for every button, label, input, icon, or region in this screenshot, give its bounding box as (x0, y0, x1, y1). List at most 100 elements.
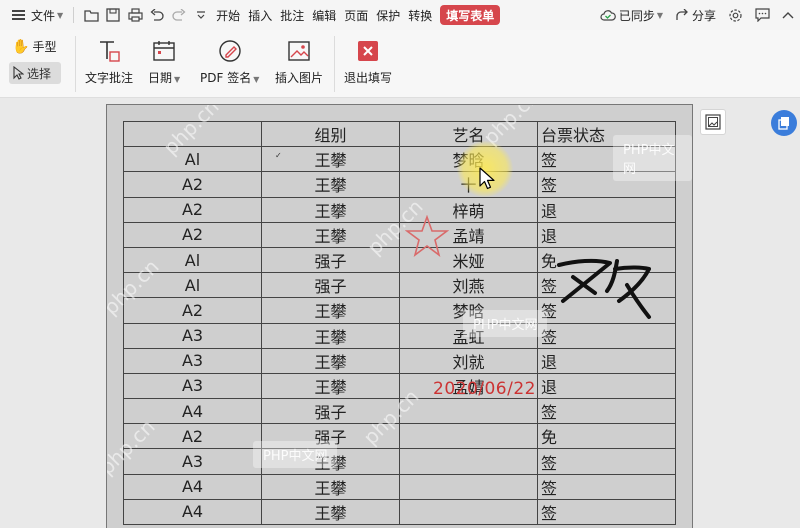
group-cell[interactable]: 王攀 (261, 196, 400, 223)
chevron-down-icon: ▼ (57, 10, 64, 20)
group-cell[interactable]: 王攀 (261, 473, 400, 500)
handwritten-signature[interactable] (555, 255, 655, 325)
stage-name-cell[interactable] (399, 473, 538, 500)
group-cell[interactable]: 强子 (261, 272, 400, 299)
tab-page[interactable]: 页面 (340, 0, 372, 30)
group-cell[interactable]: 王攀 (261, 322, 400, 349)
copy-pages-icon (778, 117, 789, 130)
share-button[interactable]: 分享 (669, 0, 722, 30)
pdf-sign-button[interactable]: PDF 签名 ▼ (200, 36, 259, 86)
group-code-cell[interactable]: A2 (123, 196, 262, 223)
calendar-icon (153, 41, 175, 61)
open-folder-icon[interactable] (80, 0, 102, 30)
tab-insert[interactable]: 插入 (244, 0, 276, 30)
ticket-status-cell[interactable]: 签 (537, 498, 676, 526)
tab-edit[interactable]: 编辑 (308, 0, 340, 30)
date-stamp[interactable]: 2020/06/22 (433, 379, 536, 399)
group-cell[interactable]: 强子 (261, 398, 400, 425)
ticket-status-cell[interactable]: 签 (537, 473, 676, 500)
ticket-status-cell[interactable]: 免 (537, 423, 676, 450)
pen-circle-icon (218, 40, 241, 62)
pdf-page[interactable]: 组别艺名台票状态Al王攀梦晗签A2王攀十签A2王攀梓萌退A2王攀孟靖退Al强子米… (106, 104, 693, 528)
file-menu[interactable]: 文件 ▼ (0, 0, 67, 30)
group-code-cell[interactable]: A2 (123, 297, 262, 324)
ticket-status-cell[interactable]: 退 (537, 196, 676, 223)
group-code-cell[interactable]: A2 (123, 221, 262, 248)
stage-name-cell[interactable] (399, 498, 538, 526)
group-code-cell[interactable]: A4 (123, 398, 262, 425)
group-code-cell[interactable]: A4 (123, 498, 262, 526)
group-code-cell[interactable]: Al (123, 146, 262, 173)
stage-name-cell[interactable]: 刘燕 (399, 272, 538, 299)
group-code-cell[interactable]: Al (123, 246, 262, 274)
insert-image-button[interactable]: 插入图片 (275, 36, 323, 86)
chevron-down-icon: ▼ (253, 75, 260, 84)
group-cell[interactable]: 强子 (261, 246, 400, 274)
table-row: A3 王攀 刘就退 (123, 347, 676, 374)
ticket-status-cell[interactable]: 退 (537, 372, 676, 400)
star-stamp-icon[interactable] (405, 215, 449, 257)
group-cell[interactable]: 王攀 (261, 171, 400, 198)
settings-button[interactable] (722, 0, 749, 30)
date-button[interactable]: 日期 ▼ (148, 36, 180, 86)
tab-protect[interactable]: 保护 (372, 0, 404, 30)
watermark-box: PHP中文网 (253, 441, 338, 468)
hand-tool-button[interactable]: ✋ 手型 (12, 38, 56, 55)
group-code-cell[interactable]: A3 (123, 372, 262, 400)
stage-name-cell[interactable] (399, 423, 538, 450)
image-icon (288, 41, 310, 61)
stage-name-cell[interactable] (399, 448, 538, 475)
group-cell[interactable]: 王攀 (261, 498, 400, 526)
group-code-cell[interactable]: A2 (123, 423, 262, 450)
collapse-button[interactable] (776, 0, 800, 30)
column-header[interactable]: 组别 (261, 120, 400, 148)
undo-icon[interactable] (146, 0, 168, 30)
group-cell[interactable]: 王攀 (261, 221, 400, 248)
table-row: A2 王攀 孟靖退 (123, 221, 676, 248)
column-header[interactable] (123, 120, 262, 148)
text-comment-button[interactable]: 文字批注 (85, 36, 133, 86)
image-float-button[interactable] (700, 109, 726, 135)
more-dropdown-icon[interactable] (190, 0, 212, 30)
comment-button[interactable] (749, 0, 776, 30)
ticket-status-cell[interactable]: 退 (537, 347, 676, 374)
group-cell[interactable]: 王攀 (261, 347, 400, 374)
chevron-down-icon: ▼ (174, 75, 181, 84)
assistant-float-button[interactable] (771, 110, 797, 136)
column-header[interactable]: 艺名 (399, 120, 538, 148)
save-icon[interactable] (102, 0, 124, 30)
table-row: A2王攀十签 (123, 171, 676, 198)
tab-fill-form[interactable]: 填写表单 (440, 5, 501, 25)
group-cell[interactable]: 王攀 (261, 297, 400, 324)
menubar: 文件 ▼ 开始 插入 批注 编辑 页面 保护 转换 填写表单 已同步 ▼ 分享 (0, 0, 800, 30)
ticket-status-cell[interactable]: 签 (537, 322, 676, 349)
group-cell[interactable]: 王攀 (261, 146, 400, 173)
stage-name-cell[interactable] (399, 398, 538, 425)
group-code-cell[interactable]: A3 (123, 448, 262, 475)
group-code-cell[interactable]: A3 (123, 347, 262, 374)
group-code-cell[interactable]: A2 (123, 171, 262, 198)
print-icon[interactable] (124, 0, 146, 30)
pdf-sign-label: PDF 签名 (200, 71, 252, 85)
tab-comment[interactable]: 批注 (276, 0, 308, 30)
select-tool-button[interactable]: 选择 (9, 62, 61, 84)
group-code-cell[interactable]: Al (123, 272, 262, 299)
ticket-status-cell[interactable]: 退 (537, 221, 676, 248)
ticket-status-cell[interactable]: 签 (537, 398, 676, 425)
table-row: A3 王攀 孟虹签 (123, 322, 676, 349)
tab-convert[interactable]: 转换 (404, 0, 436, 30)
sync-label: 已同步 (618, 8, 655, 23)
group-cell[interactable]: 王攀 (261, 372, 400, 400)
redo-icon[interactable] (168, 0, 190, 30)
group-code-cell[interactable]: A3 (123, 322, 262, 349)
exit-fill-button[interactable]: 退出填写 (344, 36, 392, 86)
stage-name-cell[interactable]: 刘就 (399, 347, 538, 374)
watermark-box: PHP中文网 (463, 310, 548, 337)
tick-mark: ✓ (275, 151, 282, 160)
group-code-cell[interactable]: A4 (123, 473, 262, 500)
chevron-down-icon: ▼ (656, 10, 663, 20)
ticket-status-cell[interactable]: 签 (537, 448, 676, 475)
sync-status[interactable]: 已同步 ▼ (594, 0, 669, 30)
tab-start[interactable]: 开始 (212, 0, 244, 30)
document-canvas[interactable]: 组别艺名台票状态Al王攀梦晗签A2王攀十签A2王攀梓萌退A2王攀孟靖退Al强子米… (0, 98, 800, 528)
